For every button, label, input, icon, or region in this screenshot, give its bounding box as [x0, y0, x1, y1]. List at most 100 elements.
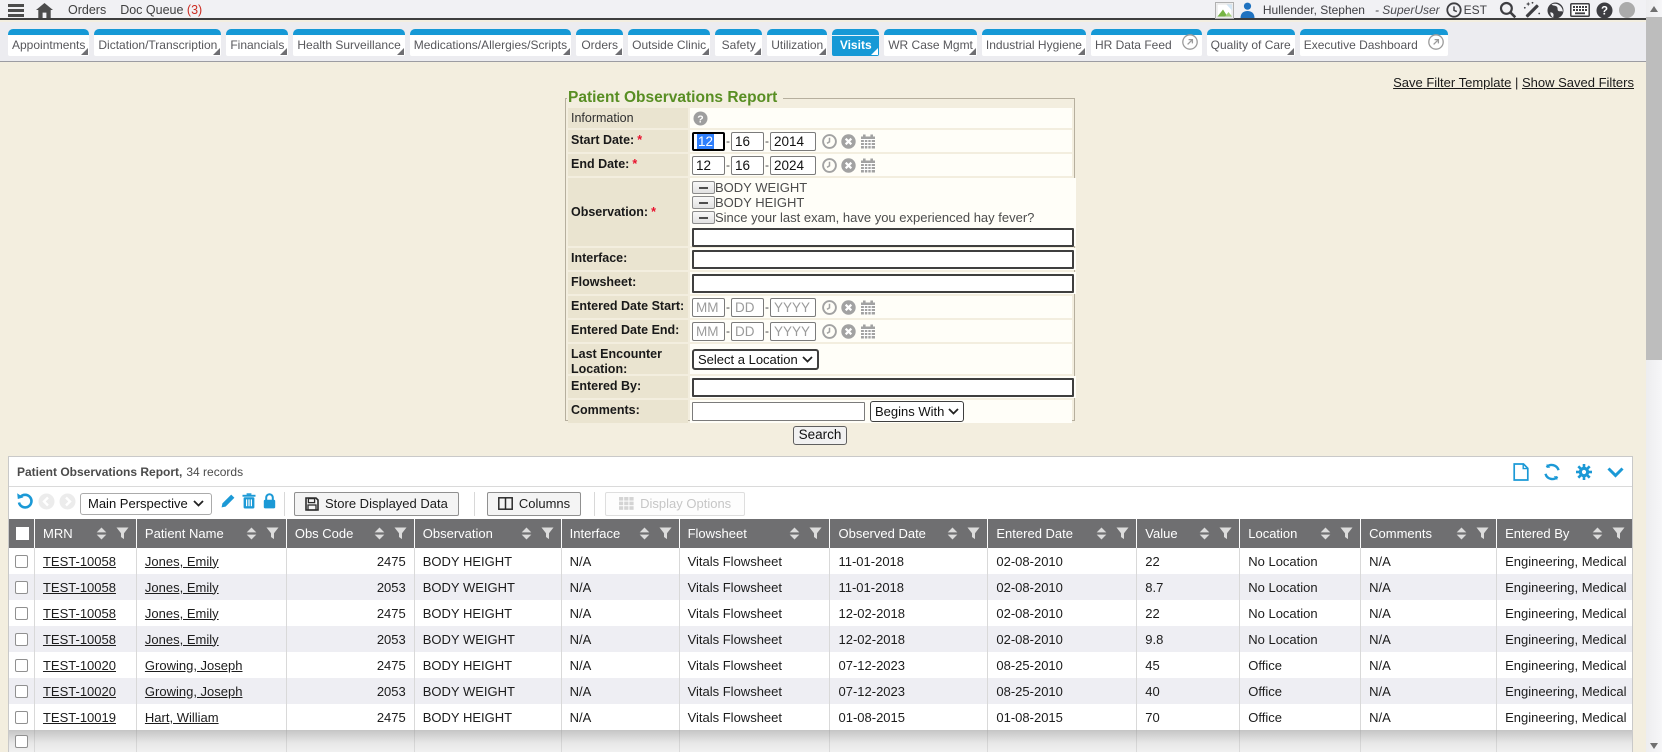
sort-icon[interactable] [374, 527, 385, 540]
tab[interactable]: Dictation/Transcription [94, 29, 221, 56]
sort-icon[interactable] [1096, 527, 1107, 540]
row-link[interactable]: TEST-10020 [43, 684, 116, 699]
tab[interactable]: Executive Dashboard [1300, 29, 1448, 56]
sort-icon[interactable] [789, 527, 800, 540]
person-icon[interactable] [1240, 2, 1255, 18]
row-checkbox[interactable] [15, 659, 28, 672]
filter-funnel-icon[interactable] [809, 527, 822, 540]
end-date-year-input[interactable]: 2024 [770, 156, 816, 175]
entered-date-start-clear-icon[interactable] [841, 300, 856, 315]
save-filter-template-link[interactable]: Save Filter Template [1393, 75, 1511, 90]
grid-header-cell-entered-by[interactable]: Entered By [1497, 519, 1632, 548]
lock-icon[interactable] [263, 493, 276, 514]
show-saved-filters-link[interactable]: Show Saved Filters [1522, 75, 1634, 90]
filter-funnel-icon[interactable] [1340, 527, 1353, 540]
filter-funnel-icon[interactable] [394, 527, 407, 540]
row-checkbox[interactable] [15, 607, 28, 620]
entered-date-end-month-input[interactable]: MM [692, 322, 725, 341]
start-date-day-input[interactable]: 16 [731, 132, 764, 151]
sort-icon[interactable] [639, 527, 650, 540]
grid-header-cell-patient-name[interactable]: Patient Name [137, 519, 287, 548]
end-date-day-input[interactable]: 16 [731, 156, 764, 175]
sort-icon[interactable] [1456, 527, 1467, 540]
delete-trash-icon[interactable] [242, 493, 256, 514]
tab[interactable]: Appointments [8, 29, 89, 56]
vertical-scrollbar[interactable] [1646, 0, 1662, 752]
gear-icon[interactable] [1575, 463, 1593, 481]
perspective-select[interactable]: Main Perspective [80, 493, 212, 515]
tab[interactable]: Utilization [767, 29, 827, 56]
entered-date-end-time-icon[interactable] [822, 324, 837, 339]
row-link[interactable]: Jones, Emily [145, 580, 219, 595]
tab[interactable]: Quality of Care [1207, 29, 1295, 56]
grid-header-cell-entered-date[interactable]: Entered Date [988, 519, 1137, 548]
next-icon[interactable] [59, 493, 76, 515]
refresh-icon[interactable] [1543, 463, 1561, 481]
filter-funnel-icon[interactable] [266, 527, 279, 540]
filter-funnel-icon[interactable] [116, 527, 129, 540]
row-link[interactable]: TEST-10058 [43, 606, 116, 621]
entered-date-end-clear-icon[interactable] [841, 324, 856, 339]
scrollbar-up-arrow[interactable] [1646, 2, 1662, 16]
row-link[interactable]: Jones, Emily [145, 554, 219, 569]
row-checkbox[interactable] [15, 711, 28, 724]
row-checkbox[interactable] [15, 581, 28, 594]
flowsheet-input[interactable] [692, 274, 1074, 293]
select-all-checkbox[interactable] [16, 527, 29, 540]
start-date-month-input[interactable]: 12 [692, 132, 725, 151]
edit-pencil-icon[interactable] [220, 493, 236, 514]
end-date-month-input[interactable]: 12 [692, 156, 725, 175]
entered-date-start-calendar-icon[interactable] [860, 300, 876, 315]
start-date-year-input[interactable]: 2014 [770, 132, 816, 151]
display-options-button[interactable]: Display Options [605, 492, 745, 516]
row-checkbox[interactable] [15, 735, 28, 748]
row-link[interactable]: TEST-10058 [43, 580, 116, 595]
tab[interactable]: Orders [576, 29, 623, 56]
hamburger-menu-icon[interactable] [8, 4, 24, 17]
entered-date-start-time-icon[interactable] [822, 300, 837, 315]
tab[interactable]: Industrial Hygiene [982, 29, 1086, 56]
collapse-chevron-icon[interactable] [1607, 467, 1624, 478]
grid-header-cell-location[interactable]: Location [1240, 519, 1361, 548]
tab[interactable]: Health Surveillance [293, 29, 404, 56]
interface-input[interactable] [692, 250, 1074, 269]
grid-header-cell-value[interactable]: Value [1137, 519, 1240, 548]
previous-icon[interactable] [38, 493, 55, 515]
row-checkbox[interactable] [15, 633, 28, 646]
grid-header-cell-flowsheet[interactable]: Flowsheet [680, 519, 831, 548]
info-help-icon[interactable]: ? [693, 111, 708, 126]
start-date-time-icon[interactable] [822, 134, 837, 149]
keyboard-icon[interactable] [1570, 3, 1590, 17]
grid-header-cell-observed-date[interactable]: Observed Date [830, 519, 988, 548]
row-link[interactable]: Hart, William [145, 710, 219, 725]
sort-icon[interactable] [1199, 527, 1210, 540]
avatar-circle[interactable] [1619, 2, 1635, 18]
location-select[interactable]: Select a Location [692, 349, 819, 370]
tab[interactable]: WR Case Mgmt [884, 29, 977, 56]
end-date-time-icon[interactable] [822, 158, 837, 173]
filter-funnel-icon[interactable] [1612, 527, 1625, 540]
sort-icon[interactable] [947, 527, 958, 540]
tab[interactable]: Visits [832, 29, 879, 56]
entered-date-end-calendar-icon[interactable] [860, 324, 876, 339]
tab[interactable]: Safety [715, 29, 762, 56]
entered-date-start-month-input[interactable]: MM [692, 298, 725, 317]
entered-date-start-year-input[interactable]: YYYY [770, 298, 816, 317]
user-name[interactable]: Hullender, Stephen [1263, 3, 1365, 17]
help-icon[interactable]: ? [1596, 2, 1613, 19]
tri-state-checkbox[interactable] [692, 211, 715, 224]
comments-match-mode-select[interactable]: Begins With [870, 401, 964, 422]
comments-input[interactable] [692, 402, 865, 421]
undo-icon[interactable] [16, 492, 34, 515]
start-date-clear-icon[interactable] [841, 134, 856, 149]
row-link[interactable]: TEST-10058 [43, 554, 116, 569]
row-checkbox[interactable] [15, 555, 28, 568]
tab[interactable]: Financials [226, 29, 288, 56]
grid-header-cell-observation[interactable]: Observation [415, 519, 562, 548]
row-link[interactable]: Growing, Joseph [145, 658, 243, 673]
sort-icon[interactable] [521, 527, 532, 540]
row-link[interactable]: TEST-10019 [43, 710, 116, 725]
tab[interactable]: Medications/Allergies/Scripts [410, 29, 571, 56]
entered-by-input[interactable] [692, 378, 1074, 397]
row-checkbox[interactable] [15, 685, 28, 698]
